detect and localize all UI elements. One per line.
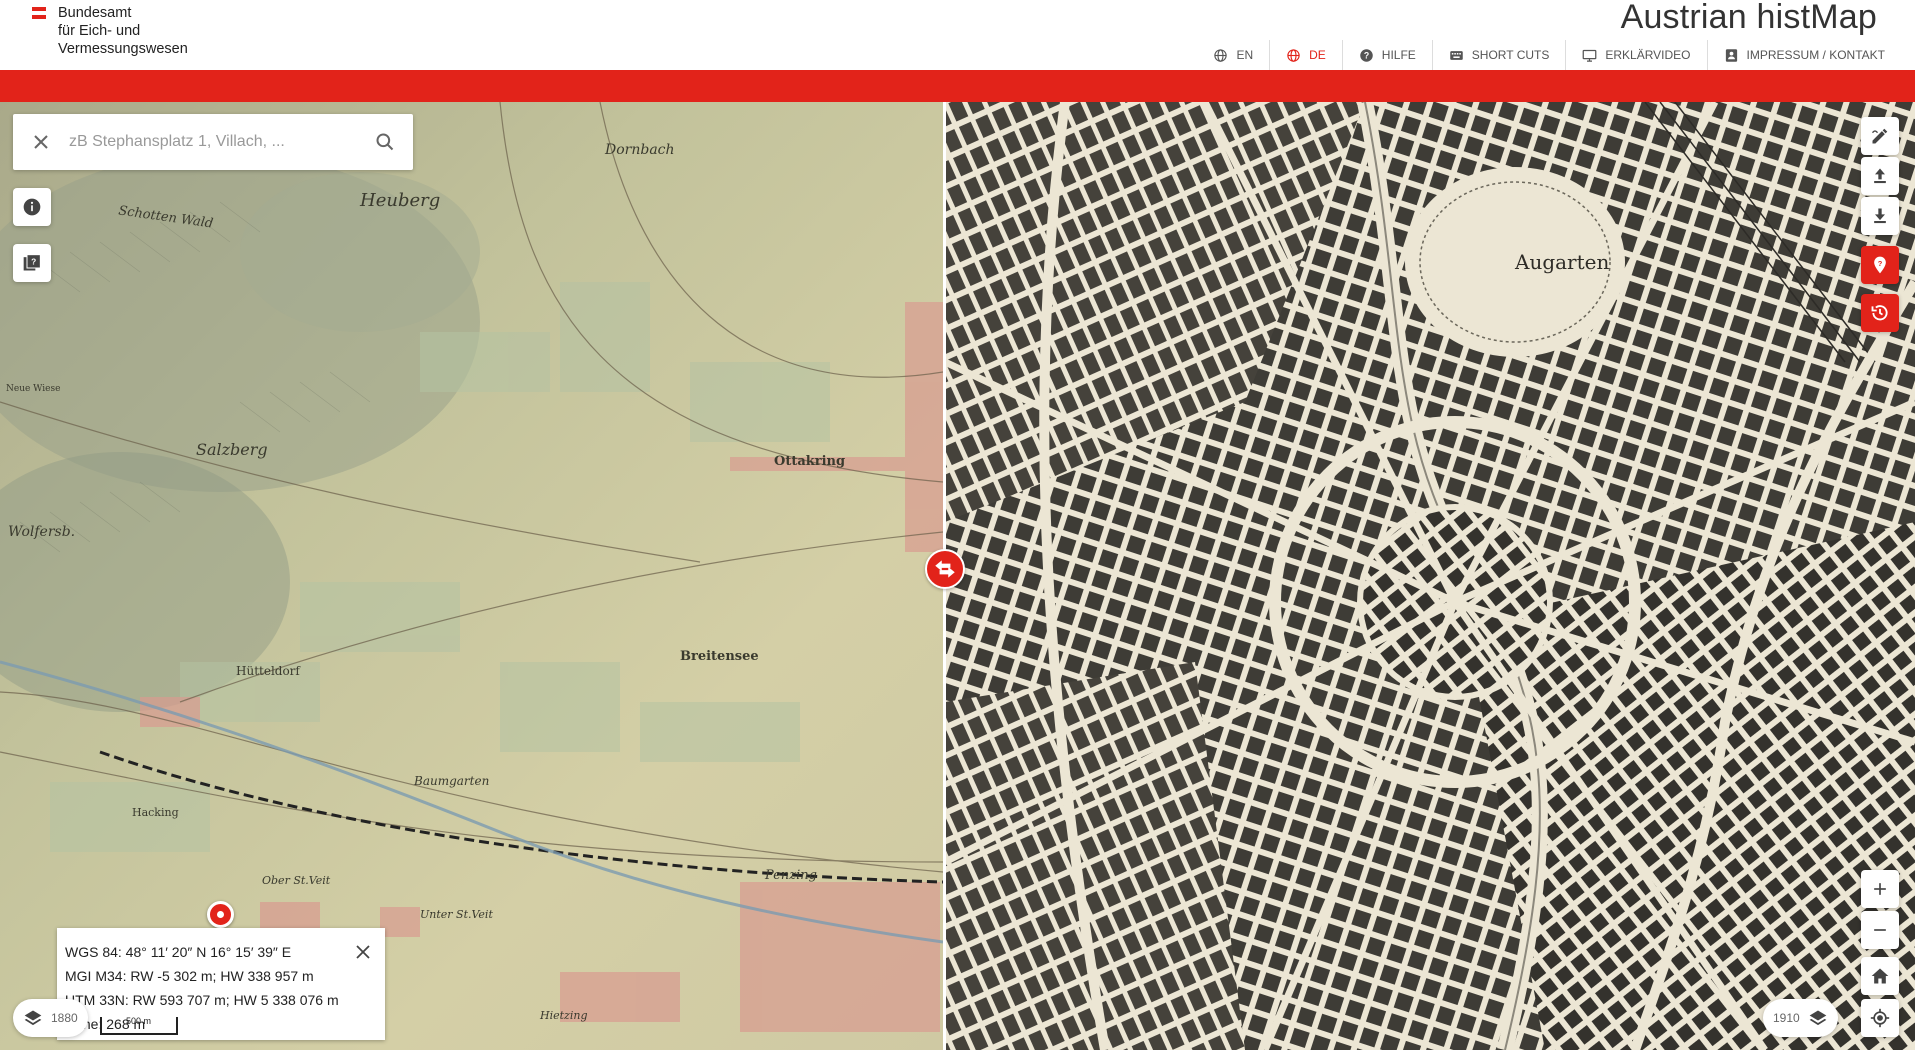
layers-icon [1809, 1010, 1827, 1026]
scale-bar: 500 m [100, 1016, 178, 1035]
swap-arrows-icon [935, 560, 955, 578]
map-label-unter-st-veit: Unter St.Veit [420, 908, 493, 921]
map-label-ober-st-veit: Ober St.Veit [262, 874, 331, 887]
nav-shortcuts[interactable]: SHORT CUTS [1433, 40, 1567, 70]
crosshair-icon [1870, 1008, 1890, 1028]
nav-help-label: HILFE [1381, 48, 1416, 62]
zoom-in-button[interactable] [1861, 870, 1899, 908]
download-icon [1874, 208, 1886, 224]
nav-lang-en[interactable]: EN [1197, 40, 1271, 70]
globe-icon [1214, 48, 1228, 62]
bev-logo[interactable]: Bundesamt für Eich- und Vermessungswesen [32, 4, 188, 58]
map-label-heuberg: Heuberg [360, 190, 441, 211]
map-label-huetteldorf: Hütteldorf [236, 664, 300, 678]
svg-text:?: ? [31, 257, 36, 267]
map-info-button[interactable]: ? [13, 244, 51, 282]
download-button[interactable] [1861, 197, 1899, 235]
nav-lang-de-label: DE [1309, 48, 1326, 62]
map-label-salzberg: Salzberg [196, 440, 268, 459]
map-label-neue-wiese: Neue Wiese [6, 384, 61, 394]
upload-icon [1874, 168, 1886, 184]
search-input[interactable] [69, 133, 357, 151]
info-icon [23, 198, 41, 216]
minus-icon [1874, 929, 1886, 931]
map-label-wolfersb: Wolfersb. [8, 524, 76, 540]
locate-button[interactable] [1861, 999, 1899, 1037]
nav-video-label: ERKLÄRVIDEO [1605, 48, 1691, 62]
layers-icon [24, 1010, 42, 1026]
layer-year-left: 1880 [51, 1011, 78, 1025]
app-title: Austrian histMap [1620, 0, 1877, 36]
book-question-icon: ? [23, 254, 41, 271]
layer-switcher-right[interactable]: 1910 [1763, 999, 1838, 1037]
map-pin-question-icon: ? [1874, 256, 1886, 274]
scale-bar-label: 500 m [126, 1016, 152, 1026]
coord-mgi: MGI M34: RW -5 302 m; HW 338 957 m [65, 968, 314, 984]
edit-pencil-icon [1871, 128, 1888, 144]
search-box [13, 114, 413, 170]
contact-icon [1725, 48, 1737, 62]
header: Bundesamt für Eich- und Vermessungswesen… [0, 0, 1915, 70]
map-label-augarten: Augarten [1515, 250, 1610, 274]
map-label-dornbach: Dornbach [605, 142, 675, 158]
svg-text:?: ? [1364, 50, 1369, 60]
search-clear-button[interactable] [13, 114, 69, 170]
map-right-canvas [945, 102, 1915, 1050]
map-label-penzing: Penzing [765, 868, 817, 883]
nav-impressum[interactable]: IMPRESSUM / KONTAKT [1708, 40, 1901, 70]
keyboard-icon [1450, 50, 1463, 60]
globe-icon [1287, 48, 1300, 62]
svg-text:?: ? [1878, 259, 1883, 268]
popup-close-icon[interactable] [353, 942, 373, 962]
nav-video[interactable]: ERKLÄRVIDEO [1566, 40, 1708, 70]
map-label-hacking: Hacking [132, 806, 179, 819]
top-nav: EN DE ? HILFE SHORT CUTS ERKLÄRVIDEO IMP… [1197, 40, 1901, 70]
home-button[interactable] [1861, 957, 1899, 995]
layer-year-right: 1910 [1773, 1011, 1800, 1025]
help-icon: ? [1360, 48, 1373, 62]
search-button[interactable] [357, 114, 413, 170]
info-button[interactable] [13, 188, 51, 226]
location-marker[interactable] [207, 901, 234, 928]
upload-button[interactable] [1861, 157, 1899, 195]
nav-help[interactable]: ? HILFE [1343, 40, 1433, 70]
home-icon [1871, 968, 1889, 984]
nav-impressum-label: IMPRESSUM / KONTAKT [1746, 48, 1885, 62]
logo-line-2: für Eich- und [58, 23, 141, 39]
map-label-ottakring: Ottakring [774, 454, 846, 469]
nav-shortcuts-label: SHORT CUTS [1471, 48, 1550, 62]
map-label-breitensee: Breitensee [680, 649, 759, 664]
close-icon [34, 135, 48, 149]
coord-wgs84: WGS 84: 48° 11′ 20″ N 16° 15′ 39″ E [65, 944, 292, 960]
marker-tool-button[interactable]: ? [1861, 246, 1899, 284]
coord-utm: UTM 33N: RW 593 707 m; HW 5 338 076 m [65, 992, 339, 1008]
header-accent-bar [0, 70, 1915, 102]
plus-icon [1874, 883, 1886, 895]
map-label-baumgarten: Baumgarten [414, 774, 490, 788]
austria-flag-icon [32, 7, 46, 19]
map-left-1880[interactable]: Dornbach Heuberg Schotten Wald Salzberg … [0, 102, 943, 1050]
logo-line-1: Bundesamt [58, 5, 132, 21]
map-label-hietzing: Hietzing [540, 1009, 588, 1022]
zoom-out-button[interactable] [1861, 911, 1899, 949]
nav-lang-de[interactable]: DE [1270, 40, 1343, 70]
swipe-handle[interactable] [925, 549, 965, 589]
layer-switcher-left[interactable]: 1880 [13, 999, 88, 1037]
logo-line-3: Vermessungswesen [58, 41, 188, 57]
history-icon [1871, 305, 1888, 321]
app-root: Bundesamt für Eich- und Vermessungswesen… [0, 0, 1915, 1050]
history-button[interactable] [1861, 294, 1899, 332]
search-icon [376, 133, 394, 151]
monitor-icon [1583, 49, 1597, 62]
nav-lang-en-label: EN [1236, 48, 1254, 62]
map-right-1910[interactable]: Augarten [945, 102, 1915, 1050]
draw-tool-button[interactable] [1861, 117, 1899, 155]
logo-text: Bundesamt für Eich- und Vermessungswesen [58, 4, 188, 58]
